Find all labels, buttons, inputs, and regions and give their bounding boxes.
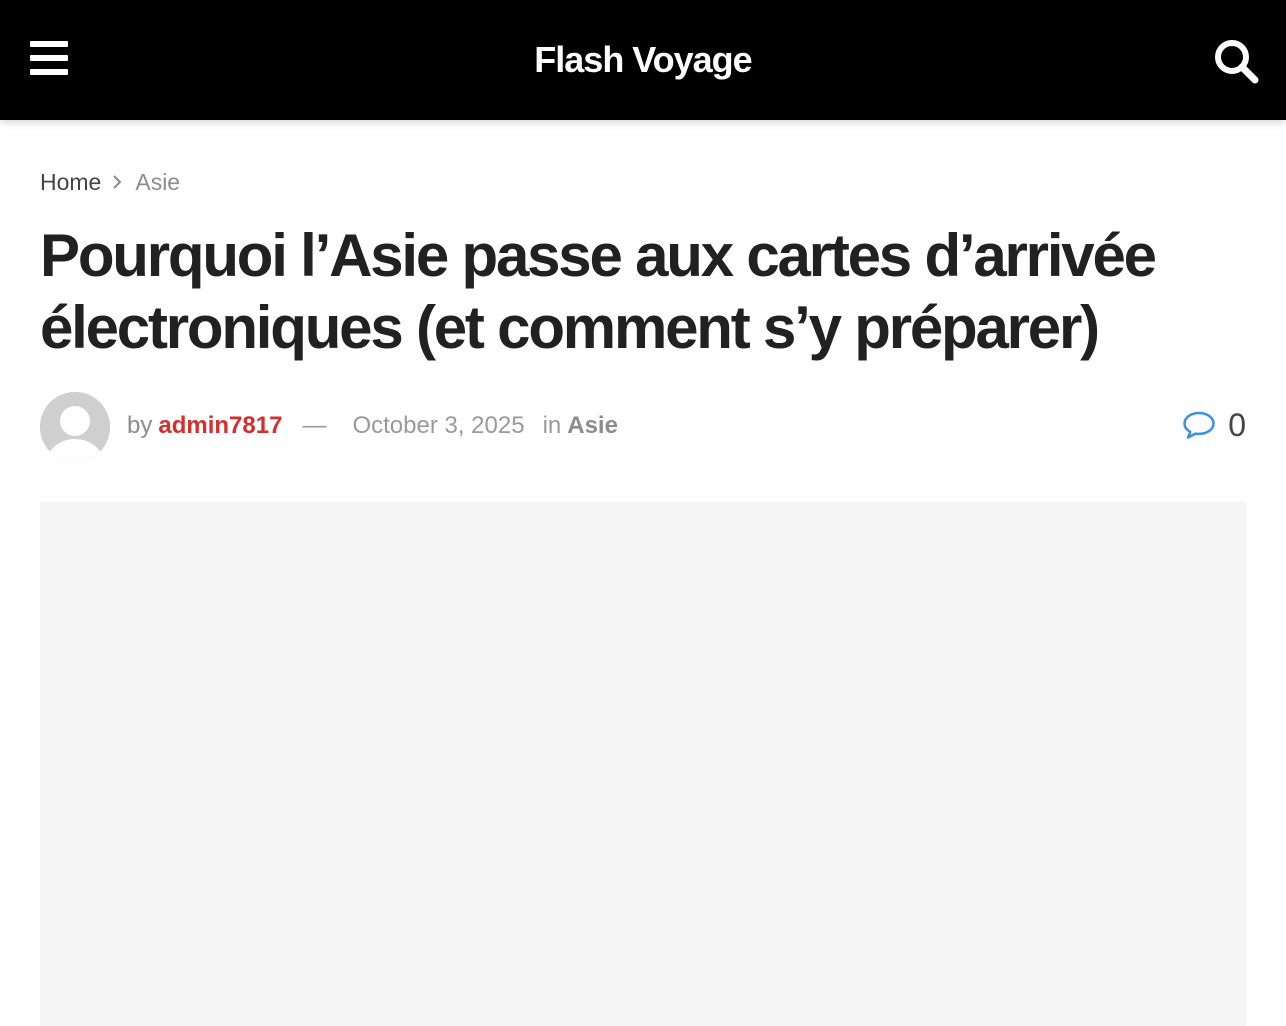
featured-image-placeholder — [40, 502, 1246, 1026]
author-link[interactable]: admin7817 — [158, 412, 282, 440]
search-button[interactable] — [1213, 38, 1259, 84]
search-icon — [1215, 40, 1259, 84]
author-avatar[interactable] — [40, 392, 110, 462]
meta-in-label: in — [542, 412, 562, 439]
site-title-link[interactable]: Flash Voyage — [0, 38, 1286, 82]
breadcrumb-category-link[interactable]: Asie — [135, 169, 180, 196]
category-link[interactable]: Asie — [567, 412, 618, 440]
meta-by-label: by — [127, 412, 153, 439]
speech-bubble-icon — [1183, 411, 1215, 439]
comments-link[interactable]: 0 — [1182, 407, 1246, 443]
chevron-right-icon — [111, 174, 123, 190]
comment-count: 0 — [1228, 406, 1246, 443]
breadcrumb-home-link[interactable]: Home — [40, 169, 101, 196]
breadcrumb: Home Asie — [40, 168, 180, 196]
meta-line: by admin7817 — October 3, 2025 in Asie — [127, 411, 618, 441]
article-meta: by admin7817 — October 3, 2025 in Asie 0 — [40, 392, 1246, 462]
article-title: Pourquoi l’Asie passe aux cartes d’arriv… — [40, 222, 1157, 361]
site-header: Flash Voyage — [0, 0, 1286, 120]
default-user-avatar-icon — [40, 392, 110, 462]
publish-date: October 3, 2025 — [352, 412, 525, 439]
meta-separator: — — [302, 412, 327, 439]
